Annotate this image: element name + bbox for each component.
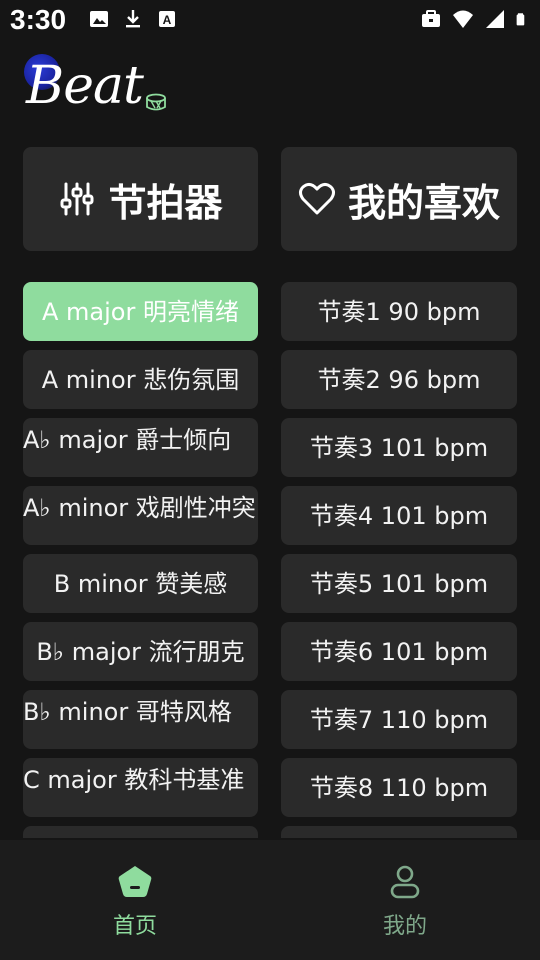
rhythm-item-7[interactable]: 节奏7 110 bpm — [281, 690, 517, 749]
rhythm-item-label: 节奏7 110 bpm — [309, 705, 489, 734]
status-right-icons — [420, 8, 530, 30]
key-item-partial[interactable] — [23, 826, 258, 838]
metronome-card[interactable]: 节拍器 — [23, 147, 258, 251]
rhythm-item-label: 节奏1 90 bpm — [317, 297, 481, 326]
home-pentagon-icon — [118, 866, 152, 897]
key-item-label: C major 教科书基准 — [23, 766, 245, 794]
nav-mine[interactable]: 我的 — [345, 862, 465, 940]
status-time: 3:30 — [10, 4, 67, 35]
key-item-a-minor[interactable]: A minor 悲伤氛围 — [23, 350, 258, 409]
rhythm-item-label: 节奏3 101 bpm — [309, 433, 489, 462]
rhythm-item-label: 节奏5 101 bpm — [309, 569, 489, 598]
key-item-label: B♭ major 流行朋克 — [36, 637, 245, 666]
key-item-label: B minor 赞美感 — [53, 569, 228, 598]
key-item-a-major[interactable]: A major 明亮情绪 — [23, 282, 258, 341]
battery-icon — [516, 13, 525, 26]
heart-icon — [298, 182, 335, 215]
rhythm-item-1[interactable]: 节奏1 90 bpm — [281, 282, 517, 341]
download-icon — [126, 10, 140, 28]
favorites-label: 我的喜欢 — [347, 180, 500, 225]
list-area[interactable]: A major 明亮情绪 A minor 悲伤氛围 A♭ major 爵士倾向 … — [0, 282, 540, 838]
key-item-label — [23, 826, 258, 832]
logo-text: Beat — [26, 56, 144, 116]
nav-home-label: 首页 — [112, 914, 157, 939]
sliders-icon — [60, 182, 94, 216]
person-icon — [390, 865, 420, 899]
drum-icon — [146, 93, 166, 111]
signal-icon — [486, 10, 504, 28]
rhythm-item-8[interactable]: 节奏8 110 bpm — [281, 758, 517, 817]
image-icon — [90, 11, 108, 27]
rhythm-item-partial[interactable] — [281, 826, 517, 838]
rhythm-item-3[interactable]: 节奏3 101 bpm — [281, 418, 517, 477]
bottom-nav: 首页 我的 — [0, 840, 540, 960]
key-item-b-flat-major[interactable]: B♭ major 流行朋克 — [23, 622, 258, 681]
status-left-icons: A — [88, 8, 178, 30]
favorites-card[interactable]: 我的喜欢 — [281, 147, 517, 251]
key-item-label: A major 明亮情绪 — [42, 297, 239, 326]
briefcase-icon — [422, 10, 440, 27]
key-item-a-flat-major[interactable]: A♭ major 爵士倾向 — [23, 418, 258, 477]
nav-home[interactable]: 首页 — [75, 862, 195, 940]
rhythm-item-label: 节奏2 96 bpm — [317, 365, 481, 394]
rhythm-item-label: 节奏8 110 bpm — [309, 773, 489, 802]
app-logo: Beat — [24, 54, 184, 124]
app-screen: 3:30 A Beat 节拍器 我的喜欢 A major 明亮情绪 A mino… — [0, 0, 540, 960]
nav-mine-label: 我的 — [382, 914, 427, 939]
key-item-b-minor[interactable]: B minor 赞美感 — [23, 554, 258, 613]
key-item-a-flat-minor[interactable]: A♭ minor 戏剧性冲突 — [23, 486, 258, 545]
keyboard-a-icon: A — [159, 11, 175, 27]
key-item-label: A♭ major 爵士倾向 — [23, 426, 232, 454]
wifi-icon — [453, 10, 473, 28]
key-item-label: A♭ minor 戏剧性冲突 — [23, 494, 256, 522]
rhythm-item-6[interactable]: 节奏6 101 bpm — [281, 622, 517, 681]
key-item-b-flat-minor[interactable]: B♭ minor 哥特风格 — [23, 690, 258, 749]
svg-text:A: A — [163, 13, 172, 27]
key-item-c-major[interactable]: C major 教科书基准 — [23, 758, 258, 817]
key-item-label: A minor 悲伤氛围 — [41, 365, 240, 394]
rhythm-item-4[interactable]: 节奏4 101 bpm — [281, 486, 517, 545]
rhythm-item-label: 节奏6 101 bpm — [309, 637, 489, 666]
metronome-label: 节拍器 — [108, 180, 223, 225]
status-bar: 3:30 A — [0, 0, 540, 44]
key-item-label: B♭ minor 哥特风格 — [23, 698, 232, 726]
rhythm-item-label: 节奏4 101 bpm — [309, 501, 489, 530]
rhythm-item-5[interactable]: 节奏5 101 bpm — [281, 554, 517, 613]
rhythm-item-2[interactable]: 节奏2 96 bpm — [281, 350, 517, 409]
rhythm-item-label — [281, 826, 517, 838]
